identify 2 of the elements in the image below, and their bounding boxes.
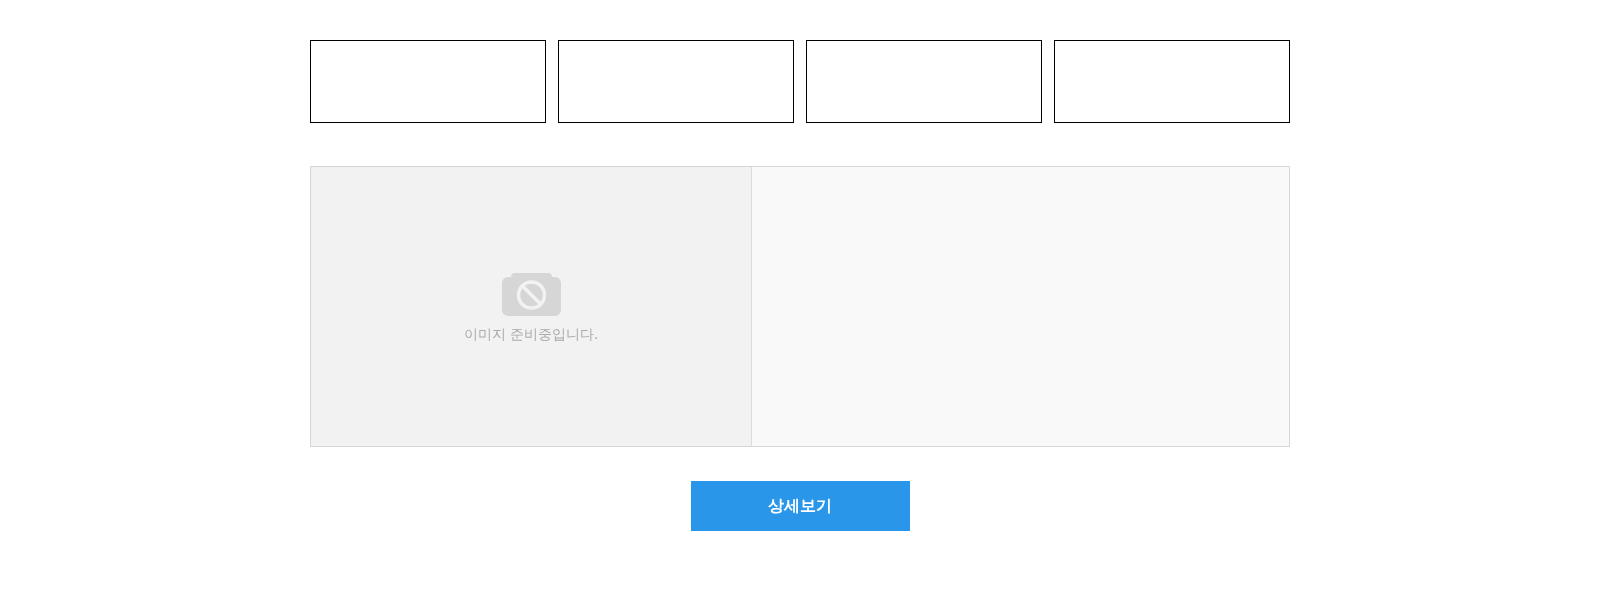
- image-placeholder-text: 이미지 준비중입니다.: [463, 324, 599, 344]
- detail-button[interactable]: 상세보기: [690, 481, 910, 531]
